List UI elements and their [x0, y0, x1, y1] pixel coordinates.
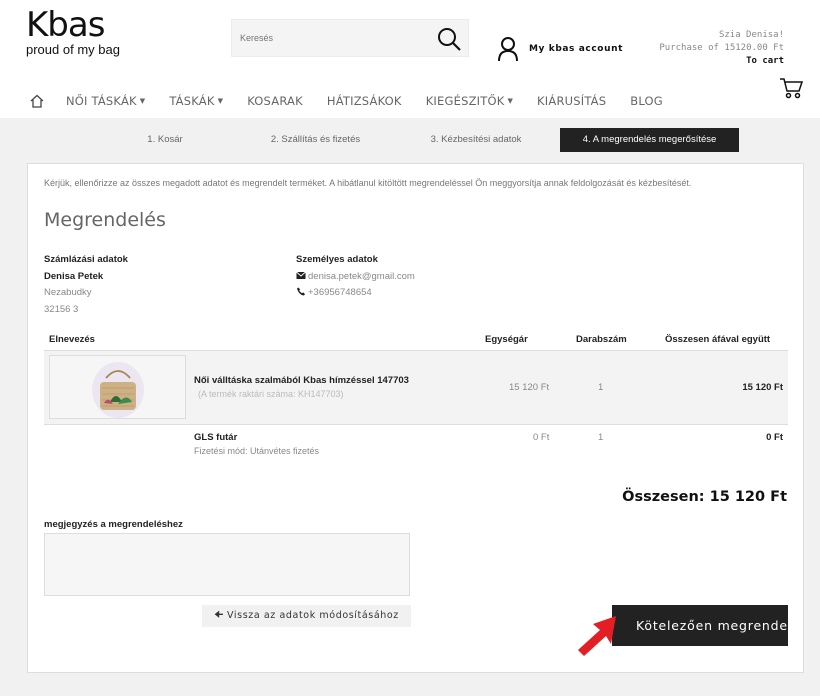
nav-item-taskak[interactable]: TÁSKÁK ▼	[169, 94, 223, 108]
home-icon[interactable]	[30, 94, 44, 108]
order-note-field[interactable]	[44, 533, 410, 596]
table-row: GLS futár Fizetési mód: Utánvétes fizeté…	[44, 425, 788, 467]
nav-item-kosarak[interactable]: KOSARAK	[247, 94, 303, 108]
main-nav: NŐI TÁSKÁK ▼ TÁSKÁK ▼ KOSARAK HÁTIZSÁKOK…	[30, 94, 687, 108]
user-icon	[498, 37, 518, 62]
billing-heading: Számlázási adatok	[44, 254, 128, 265]
logo-text: Kbas	[26, 5, 105, 45]
grand-total: Összesen: 15 120 Ft	[622, 489, 787, 505]
table-row: Női válltáska szalmából Kbas hímzéssel 1…	[44, 351, 788, 425]
nav-item-label: NŐI TÁSKÁK	[66, 94, 137, 108]
step-delivery[interactable]: 3. Kézbesítési adatok	[420, 128, 532, 152]
nav-item-label: KIEGÉSZITŐK	[425, 94, 505, 108]
step-confirm: 4. A megrendelés megerősítése	[560, 128, 739, 152]
nav-item-kiarusitas[interactable]: KIÁRUSÍTÁS	[537, 94, 606, 108]
order-card: Kérjük, ellenőrizze az összes megadott a…	[27, 163, 804, 673]
nav-item-hatizsakok[interactable]: HÁTIZSÁKOK	[327, 94, 402, 108]
arrow-left-icon: 🠈	[214, 610, 225, 621]
shipping-quantity: 1	[598, 432, 604, 443]
table-header: Elnevezés Egységár Darabszám Összesen áf…	[44, 329, 788, 351]
note-label: megjegyzés a megrendeléshez	[44, 519, 183, 530]
nav-item-label: HÁTIZSÁKOK	[326, 94, 402, 108]
greeting: Szia Denisa!	[718, 30, 784, 40]
col-name: Elnevezés	[49, 334, 95, 345]
payment-method: Fizetési mód: Utánvétes fizetés	[194, 446, 320, 456]
chevron-down-icon: ▼	[507, 97, 514, 105]
phone-value: +36956748654	[308, 287, 372, 298]
step-shipping[interactable]: 2. Szállítás és fizetés	[258, 128, 373, 152]
page-title: Megrendelés	[44, 209, 166, 231]
phone-icon	[296, 287, 306, 296]
billing-street: Nezabudky	[44, 287, 92, 298]
site-header: Kbas proud of my bag My kbas account Szi…	[0, 0, 820, 118]
account-label: My kbas account	[529, 44, 623, 54]
shipping-name: GLS futár	[194, 432, 238, 443]
phone-row: +36956748654	[296, 285, 415, 302]
nav-item-blog[interactable]: BLOG	[630, 94, 663, 108]
arrow-pointer-icon	[578, 616, 616, 656]
product-image[interactable]	[49, 355, 186, 419]
purchase-amount: Purchase of 15120.00 Ft	[659, 43, 784, 53]
billing-zip: 32156 3	[44, 303, 79, 315]
logo-tagline: proud of my bag	[26, 42, 120, 57]
chevron-down-icon: ▼	[139, 97, 146, 105]
personal-info: Személyes adatok denisa.petek@gmail.com …	[296, 252, 415, 302]
nav-item-label: TÁSKÁK	[169, 94, 215, 108]
envelope-icon	[296, 271, 306, 279]
email-value: denisa.petek@gmail.com	[308, 270, 415, 282]
back-button[interactable]: 🠈 Vissza az adatok módosításához	[202, 605, 411, 627]
chevron-down-icon: ▼	[217, 97, 224, 105]
nav-item-kiegeszitok[interactable]: KIEGÉSZITŐK ▼	[426, 94, 513, 108]
col-total: Összesen áfával együtt	[665, 334, 771, 345]
product-quantity: 1	[598, 382, 604, 393]
search-box	[231, 19, 469, 57]
personal-heading: Személyes adatok	[296, 254, 378, 265]
nav-item-label: KIÁRUSÍTÁS	[537, 94, 607, 108]
order-notice: Kérjük, ellenőrizze az összes megadott a…	[44, 178, 692, 188]
to-cart-link[interactable]: To cart	[659, 55, 784, 68]
user-summary: Szia Denisa! Purchase of 15120.00 Ft To …	[659, 29, 784, 68]
logo[interactable]: Kbas proud of my bag	[26, 8, 120, 57]
col-quantity: Darabszám	[576, 334, 627, 345]
col-unit-price: Egységár	[485, 334, 528, 345]
product-total: 15 120 Ft	[742, 382, 783, 393]
product-unit-price: 15 120 Ft	[509, 382, 550, 393]
nav-item-label: BLOG	[630, 94, 663, 108]
search-icon[interactable]	[436, 26, 462, 52]
bag-image	[92, 362, 144, 418]
billing-name: Denisa Petek	[44, 270, 104, 282]
back-button-label: Vissza az adatok módosításához	[227, 610, 399, 621]
order-table: Elnevezés Egységár Darabszám Összesen áf…	[44, 329, 788, 467]
cart-icon[interactable]	[779, 77, 803, 99]
search-input[interactable]	[232, 20, 422, 56]
nav-item-noi-taskak[interactable]: NŐI TÁSKÁK ▼	[66, 94, 145, 108]
product-sku: (A termék raktári száma: KH147703)	[198, 389, 344, 399]
email-row: denisa.petek@gmail.com	[296, 269, 415, 286]
step-cart[interactable]: 1. Kosár	[120, 128, 210, 152]
account-link[interactable]: My kbas account	[497, 36, 623, 62]
product-name[interactable]: Női válltáska szalmából Kbas hímzéssel 1…	[194, 375, 409, 386]
nav-item-label: KOSARAK	[247, 94, 303, 108]
shipping-total: 0 Ft	[766, 432, 783, 443]
checkout-steps: 1. Kosár 2. Szállítás és fizetés 3. Kézb…	[0, 118, 820, 162]
shipping-unit-price: 0 Ft	[533, 432, 550, 443]
submit-order-button[interactable]: Kötelezően megrendelem	[612, 605, 788, 646]
billing-info: Számlázási adatok Denisa Petek Nezabudky…	[44, 252, 128, 318]
